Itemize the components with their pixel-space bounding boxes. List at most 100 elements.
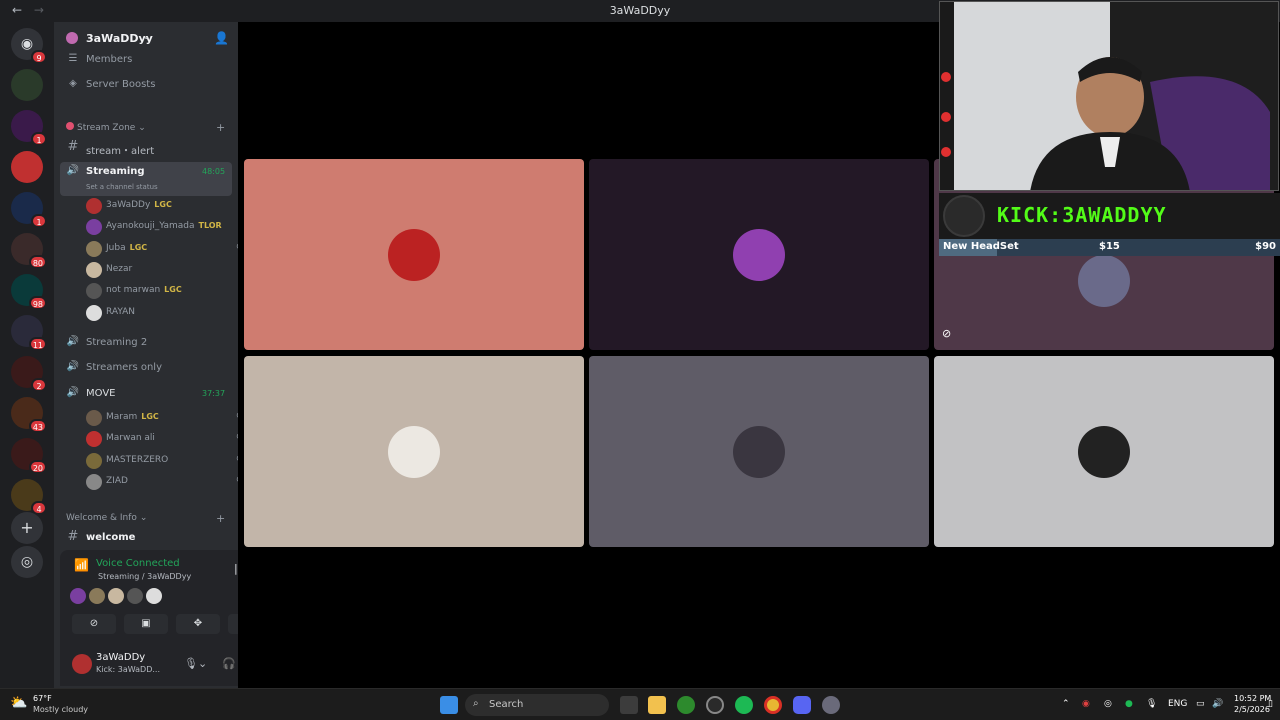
channel-status[interactable]: Set a channel status <box>86 183 158 191</box>
server-boosts-link[interactable]: ◈ Server Boosts <box>60 75 232 95</box>
weather-icon[interactable]: ⛅ <box>10 695 27 711</box>
discord-taskbar-icon[interactable] <box>793 696 811 714</box>
avatar <box>86 304 102 321</box>
username: MASTERZERO <box>106 455 168 465</box>
weather-temp: 67°F <box>33 694 52 703</box>
tray-app-icon[interactable]: ◉ <box>1082 699 1090 709</box>
obs-icon[interactable] <box>706 696 724 714</box>
voice-channel-path[interactable]: Streaming / 3aWaDDyy <box>98 572 191 581</box>
discover-icon[interactable]: ◎ <box>11 546 43 578</box>
add-member-icon[interactable]: 👤 <box>214 31 229 45</box>
participant-avatar <box>70 588 86 604</box>
clock-time[interactable]: 10:52 PM <box>1234 694 1271 703</box>
category-stream-zone[interactable]: Stream Zone ⌄ + <box>66 121 225 134</box>
channel-streaming[interactable]: 🔊 Streaming 48:05 Set a channel status <box>60 162 232 196</box>
server-icon[interactable] <box>11 151 43 183</box>
server-header[interactable]: 3aWaDDyy ⌄ 👤 <box>54 28 238 50</box>
chrome-icon[interactable] <box>764 696 782 714</box>
server-icon[interactable] <box>11 69 43 101</box>
microphone-icon[interactable]: 🎙⌄ <box>184 657 207 670</box>
username: ZIAD <box>106 476 128 486</box>
username-text: RAYAN <box>106 306 136 317</box>
username: Ayanokouji_Yamada TLOR <box>106 221 222 231</box>
kick-channel-text: KICK:3AWADDYY <box>997 203 1167 227</box>
server-icon[interactable]: 80 <box>11 233 47 269</box>
category-label: Stream Zone <box>77 123 136 133</box>
server-icon[interactable]: 1 <box>11 110 47 146</box>
add-channel-icon[interactable]: + <box>216 512 225 525</box>
guild-tag: LGC <box>141 412 159 421</box>
tray-steam-icon[interactable]: ◎ <box>1104 699 1112 709</box>
tray-mic-icon[interactable]: 🎙 <box>1146 699 1157 709</box>
username: Maram LGC <box>106 412 159 422</box>
language-indicator[interactable]: ENG <box>1168 699 1187 709</box>
add-channel-icon[interactable]: + <box>216 121 225 134</box>
channel-label: Streaming 2 <box>86 337 148 348</box>
activities-icon: ✥ <box>193 618 203 629</box>
discord-home-icon[interactable]: ◉ 9 <box>11 28 47 64</box>
username: not marwan LGC <box>106 285 182 295</box>
channel-welcome[interactable]: # welcome <box>60 528 232 548</box>
channel-stream-alert[interactable]: # stream・alert <box>60 138 232 158</box>
task-view-icon[interactable] <box>620 696 638 714</box>
spotify-icon[interactable] <box>735 696 753 714</box>
windows-start-icon[interactable] <box>440 696 458 714</box>
category-label: Welcome & Info <box>66 513 137 523</box>
speaker-icon: 🔊 <box>66 165 80 176</box>
settings-icon[interactable] <box>822 696 840 714</box>
signal-icon: 📶 <box>74 558 89 572</box>
category-welcome-info[interactable]: Welcome & Info ⌄ + <box>66 512 225 525</box>
participant-avatar <box>733 229 785 281</box>
add-server-icon[interactable]: + <box>11 512 43 544</box>
donation-goal-bar: New HeadSet $15 $90 <box>939 239 1280 256</box>
server-icon[interactable]: 1 <box>11 192 47 228</box>
channel-streamers-only[interactable]: 🔊 Streamers only <box>60 358 232 378</box>
username: RAYAN <box>106 307 135 317</box>
participant-avatar <box>733 426 785 478</box>
server-icon[interactable]: 20 <box>11 438 47 474</box>
notifications-icon[interactable]: ▯ <box>1268 699 1273 709</box>
screen-share-button[interactable]: ▣ <box>124 614 168 634</box>
members-link[interactable]: ☰ Members <box>60 50 232 70</box>
participant-tile[interactable] <box>589 356 929 547</box>
unread-badge: 1 <box>31 214 47 228</box>
file-explorer-icon[interactable] <box>648 696 666 714</box>
participant-tile[interactable] <box>244 356 584 547</box>
username-text: not marwan <box>106 285 161 296</box>
camera-off-button[interactable]: ⊘ <box>72 614 116 634</box>
tray-spotify-icon[interactable]: ● <box>1125 699 1133 709</box>
avatar <box>86 261 102 278</box>
volume-icon[interactable]: 🔊 <box>1212 699 1223 709</box>
channel-label: welcome <box>86 532 136 543</box>
server-icon[interactable]: 11 <box>11 315 47 351</box>
voice-participants <box>70 588 180 606</box>
username-text: ZIAD <box>106 475 128 486</box>
speaker-icon: 🔊 <box>66 387 80 398</box>
server-icon[interactable]: 98 <box>11 274 47 310</box>
server-icon[interactable]: 43 <box>11 397 47 433</box>
avatar[interactable] <box>72 654 92 674</box>
taskbar-search[interactable]: ⌕ Search <box>465 694 609 716</box>
channel-sidebar: 3aWaDDyy ⌄ 👤 ☰ Members ◈ Server Boosts S… <box>54 22 286 688</box>
avatar <box>86 410 102 426</box>
camera-off-icon: ⊘ <box>942 327 952 340</box>
participant-avatar <box>1078 426 1130 478</box>
voice-timer: 37:37 <box>202 389 226 398</box>
server-icon[interactable]: 4 <box>11 479 47 515</box>
server-icon[interactable]: 2 <box>11 356 47 392</box>
tray-chevron-icon[interactable]: ⌃ <box>1062 699 1070 709</box>
discord-window: ← → 3aWaDDyy ◉ 9 1 1 80 98 11 2 43 20 4 + ◎ 3aWaDD… <box>0 0 1280 688</box>
xbox-icon[interactable] <box>677 696 695 714</box>
channel-streaming-2[interactable]: 🔊 Streaming 2 <box>60 333 232 353</box>
participant-tile[interactable] <box>244 159 584 350</box>
channel-move[interactable]: 🔊 MOVE 37:37 <box>60 384 232 404</box>
participant-tile[interactable] <box>589 159 929 350</box>
participant-tile[interactable] <box>934 356 1274 547</box>
activities-button[interactable]: ✥ <box>176 614 220 634</box>
clock-date[interactable]: 2/5/2026 <box>1234 705 1270 714</box>
guild-tag: LGC <box>129 242 148 252</box>
webcam-feed-image <box>940 2 1278 190</box>
network-icon[interactable]: ▭ <box>1196 699 1205 709</box>
unread-badge: 20 <box>28 460 47 474</box>
category-dot-icon <box>66 122 74 130</box>
